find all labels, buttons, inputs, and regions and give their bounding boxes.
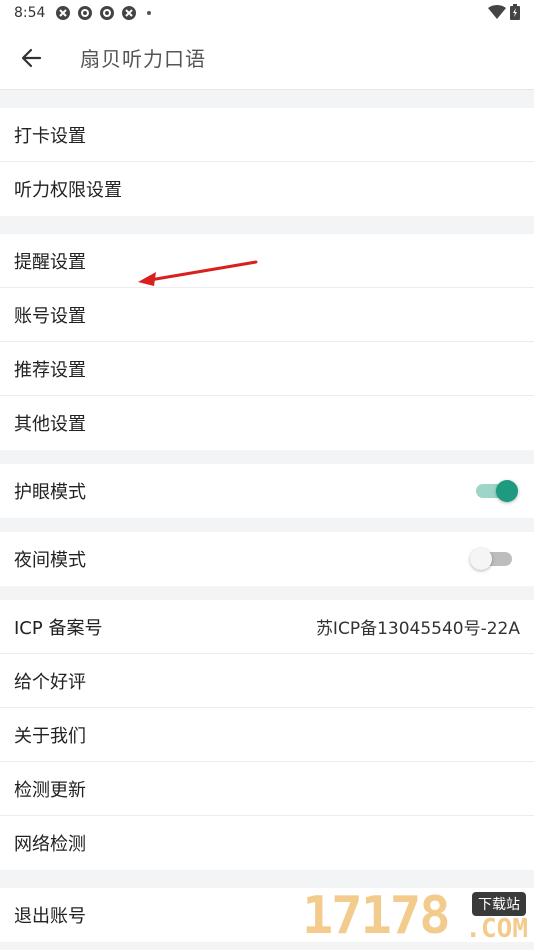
night-mode-toggle[interactable] [470,548,512,570]
section-gap [0,450,534,464]
settings-item-label: 护眼模式 [14,482,86,503]
watermark-domain: .COM [465,914,528,944]
settings-item-rate[interactable]: 给个好评 [0,654,534,708]
section-gap [0,90,534,108]
settings-item-label: 检测更新 [14,779,86,801]
toggle-knob [470,548,492,570]
page-title: 扇贝听力口语 [80,47,206,71]
section-gap [0,586,534,600]
settings-item-label: ICP 备案号 [14,617,103,639]
watermark-tag: 下载站 [472,892,526,916]
wifi-icon [488,5,506,19]
settings-item-listening-permission[interactable]: 听力权限设置 [0,162,534,216]
status-time: 8:54 [14,5,46,21]
settings-item-label: 推荐设置 [14,359,86,381]
app-icon [100,6,115,20]
settings-item-network-check[interactable]: 网络检测 [0,816,534,870]
settings-group-3: 护眼模式 [0,464,534,518]
status-bar: 8:54 [0,0,534,26]
section-gap [0,216,534,234]
settings-item-label: 夜间模式 [14,550,86,571]
watermark-number: 17178 [302,886,451,946]
settings-item-label: 其他设置 [14,414,86,435]
status-dot-icon [147,11,152,15]
settings-item-icp: ICP 备案号 苏ICP备13045540号-22A [0,600,534,654]
settings-item-recommend[interactable]: 推荐设置 [0,342,534,396]
app-icon [78,6,93,20]
app-icon [56,6,71,20]
back-button[interactable] [0,26,62,90]
settings-item-label: 给个好评 [14,671,86,693]
app-icon [122,6,137,20]
settings-item-reminder[interactable]: 提醒设置 [0,234,534,288]
settings-item-other[interactable]: 其他设置 [0,396,534,450]
section-gap [0,518,534,532]
settings-group-4: 夜间模式 [0,532,534,586]
settings-item-account[interactable]: 账号设置 [0,288,534,342]
settings-item-label: 账号设置 [14,305,86,327]
settings-item-checkin[interactable]: 打卡设置 [0,108,534,162]
settings-group-1: 打卡设置 听力权限设置 [0,108,534,216]
icp-number: 苏ICP备13045540号-22A [315,619,520,639]
app-bar: 扇贝听力口语 [0,26,534,90]
settings-item-label: 听力权限设置 [14,180,122,201]
settings-group-2: 提醒设置 账号设置 推荐设置 其他设置 [0,234,534,450]
settings-item-label: 提醒设置 [14,251,86,273]
settings-item-check-update[interactable]: 检测更新 [0,762,534,816]
settings-item-label: 关于我们 [14,725,86,747]
settings-item-label: 网络检测 [14,834,86,855]
settings-item-eye-care: 护眼模式 [0,464,534,518]
watermark: 17178 下载站 .COM [302,886,532,946]
arrow-left-icon [21,48,42,67]
settings-item-label: 打卡设置 [14,125,86,147]
eye-care-toggle[interactable] [476,480,518,502]
battery-icon [510,4,520,20]
settings-item-night-mode: 夜间模式 [0,532,534,586]
settings-group-5: ICP 备案号 苏ICP备13045540号-22A 给个好评 关于我们 检测更… [0,600,534,870]
settings-item-about[interactable]: 关于我们 [0,708,534,762]
toggle-knob [496,480,518,502]
